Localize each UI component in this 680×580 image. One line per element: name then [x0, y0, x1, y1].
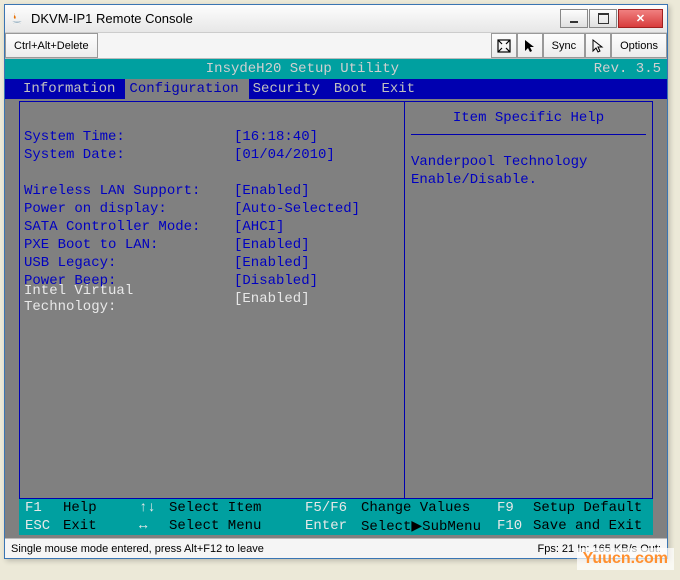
setting-label: Wireless LAN Support:	[24, 183, 234, 199]
options-button[interactable]: Options	[611, 33, 667, 58]
setting-value: [Enabled]	[234, 255, 310, 271]
java-icon	[9, 11, 25, 27]
setting-label: System Time:	[24, 129, 234, 145]
close-button[interactable]	[618, 9, 663, 28]
key-esc: ESC	[19, 518, 63, 534]
window-controls	[560, 9, 663, 28]
ctrl-alt-delete-button[interactable]: Ctrl+Alt+Delete	[5, 33, 98, 58]
bios-revision: Rev. 3.5	[594, 61, 661, 77]
tab-boot[interactable]: Boot	[330, 79, 378, 99]
setting-label: USB Legacy:	[24, 255, 234, 271]
bios-tabs: Information Configuration Security Boot …	[5, 79, 667, 99]
setting-label: Power on display:	[24, 201, 234, 217]
cursor-icon[interactable]	[517, 33, 543, 58]
key-f1: F1	[19, 500, 63, 516]
watermark: Yuucn.com	[577, 548, 674, 570]
key-desc-select-menu: Select Menu	[169, 518, 299, 534]
tab-information[interactable]: Information	[19, 79, 125, 99]
key-f10: F10	[491, 518, 533, 534]
tab-configuration[interactable]: Configuration	[125, 79, 248, 99]
key-desc-default: Setup Default	[533, 500, 642, 516]
minimize-button[interactable]	[560, 9, 588, 28]
cursor-outline-icon[interactable]	[585, 33, 611, 58]
key-enter: Enter	[299, 518, 361, 534]
statusbar: Single mouse mode entered, press Alt+F12…	[5, 538, 667, 558]
key-desc-help: Help	[63, 500, 139, 516]
window-title: DKVM-IP1 Remote Console	[31, 11, 560, 26]
setting-value: [Disabled]	[234, 273, 318, 289]
setting-row[interactable]: System Time: [16:18:40]	[24, 128, 400, 146]
bios-screen: InsydeH20 Setup Utility Rev. 3.5 Informa…	[5, 59, 667, 538]
setting-label: Intel Virtual Technology:	[24, 283, 234, 315]
setting-value: [Enabled]	[234, 237, 310, 253]
setting-value: [01/04/2010]	[234, 147, 335, 163]
help-text: Vanderpool Technology Enable/Disable.	[411, 153, 646, 189]
key-arrows-v: ↑↓	[139, 500, 169, 516]
key-desc-save: Save and Exit	[533, 518, 642, 534]
setting-label: SATA Controller Mode:	[24, 219, 234, 235]
setting-row[interactable]: Wireless LAN Support: [Enabled]	[24, 182, 400, 200]
setting-value: [AHCI]	[234, 219, 284, 235]
tab-security[interactable]: Security	[249, 79, 330, 99]
setting-row[interactable]: Power on display: [Auto-Selected]	[24, 200, 400, 218]
setting-row[interactable]: PXE Boot to LAN: [Enabled]	[24, 236, 400, 254]
setting-label: PXE Boot to LAN:	[24, 237, 234, 253]
bios-help-panel: Item Specific Help Vanderpool Technology…	[405, 102, 652, 498]
key-arrows-h: ↔	[139, 518, 169, 534]
setting-label: System Date:	[24, 147, 234, 163]
key-desc-exit: Exit	[63, 518, 139, 534]
help-separator	[411, 134, 646, 135]
setting-value: [16:18:40]	[234, 129, 318, 145]
maximize-button[interactable]	[589, 9, 617, 28]
titlebar: DKVM-IP1 Remote Console	[5, 5, 667, 33]
key-desc-select-item: Select Item	[169, 500, 299, 516]
bios-header: InsydeH20 Setup Utility Rev. 3.5	[5, 59, 667, 79]
toolbar: Ctrl+Alt+Delete Sync Options	[5, 33, 667, 59]
bios-footer: F1 Help ↑↓ Select Item F5/F6 Change Valu…	[19, 499, 653, 535]
key-desc-submenu: Select▶SubMenu	[361, 518, 491, 535]
setting-value: [Enabled]	[234, 183, 310, 199]
key-desc-change: Change Values	[361, 500, 491, 516]
bios-settings-panel: System Time: [16:18:40] System Date: [01…	[20, 102, 405, 498]
setting-row-selected[interactable]: Intel Virtual Technology: [Enabled]	[24, 290, 400, 308]
status-message: Single mouse mode entered, press Alt+F12…	[11, 543, 537, 555]
toolbar-spacer	[98, 33, 491, 58]
sync-button[interactable]: Sync	[543, 33, 585, 58]
bios-body: System Time: [16:18:40] System Date: [01…	[19, 101, 653, 499]
setting-value: [Auto-Selected]	[234, 201, 360, 217]
setting-value: [Enabled]	[234, 291, 310, 307]
setting-row[interactable]: System Date: [01/04/2010]	[24, 146, 400, 164]
help-title: Item Specific Help	[411, 110, 646, 126]
setting-row[interactable]: USB Legacy: [Enabled]	[24, 254, 400, 272]
tab-exit[interactable]: Exit	[377, 79, 425, 99]
bios-title: InsydeH20 Setup Utility	[11, 61, 594, 77]
setting-row[interactable]: SATA Controller Mode: [AHCI]	[24, 218, 400, 236]
remote-console-window: DKVM-IP1 Remote Console Ctrl+Alt+Delete …	[4, 4, 668, 559]
fullscreen-icon[interactable]	[491, 33, 517, 58]
key-f5f6: F5/F6	[299, 500, 361, 516]
key-f9: F9	[491, 500, 533, 516]
